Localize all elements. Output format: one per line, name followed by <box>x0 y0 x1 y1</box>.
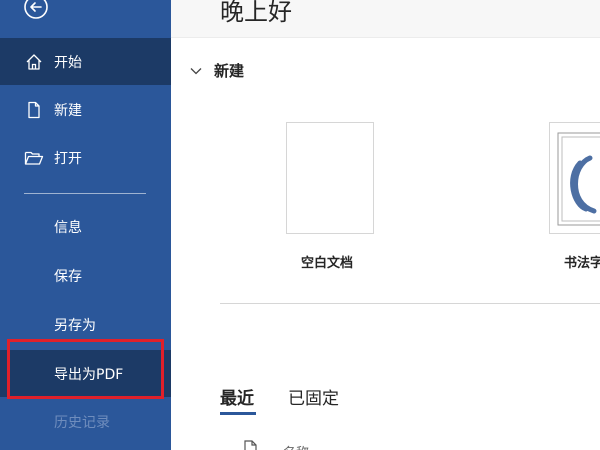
sidebar-item-label: 另存为 <box>54 317 96 334</box>
tab-pinned[interactable]: 已固定 <box>288 384 339 409</box>
greeting-title: 晚上好 <box>220 0 292 26</box>
sidebar-item-home[interactable]: 开始 <box>0 38 171 85</box>
new-document-icon <box>24 100 44 120</box>
template-label: 书法字 <box>564 256 600 271</box>
open-folder-icon <box>24 148 44 168</box>
sidebar-item-label: 保存 <box>54 268 82 285</box>
sidebar-item-history[interactable]: 历史记录 <box>0 398 171 445</box>
sidebar-item-label: 打开 <box>54 150 82 167</box>
section-divider <box>220 303 600 304</box>
back-button[interactable] <box>22 0 50 22</box>
new-section-title: 新建 <box>214 62 245 80</box>
sidebar-item-new[interactable]: 新建 <box>0 86 171 133</box>
sidebar-item-save[interactable]: 保存 <box>0 252 171 299</box>
column-header-name[interactable]: 名称 <box>283 442 309 450</box>
sidebar-item-label: 历史记录 <box>54 414 110 431</box>
tab-active-indicator <box>220 412 256 415</box>
sidebar-divider <box>24 193 146 194</box>
backstage-sidebar: 开始 新建 打开 信息 保存 另存为 导出为PDF 历史记录 <box>0 0 171 450</box>
annotation-highlight-box <box>7 339 164 399</box>
back-arrow-icon <box>24 0 48 19</box>
calligraphy-thumbnail-icon <box>557 132 600 226</box>
home-icon <box>24 52 44 72</box>
file-icon <box>243 440 259 450</box>
template-label: 空白文档 <box>301 256 354 271</box>
sidebar-item-label: 新建 <box>54 102 82 119</box>
template-blank-document[interactable] <box>286 122 374 234</box>
template-calligraphy[interactable] <box>549 122 600 234</box>
tab-recent[interactable]: 最近 <box>220 384 254 409</box>
sidebar-item-info[interactable]: 信息 <box>0 203 171 250</box>
sidebar-item-open[interactable]: 打开 <box>0 134 171 181</box>
new-section-header[interactable]: 新建 <box>190 60 244 81</box>
chevron-down-icon <box>190 67 202 75</box>
sidebar-item-label: 开始 <box>54 54 82 71</box>
sidebar-item-label: 信息 <box>54 219 82 236</box>
backstage-main: 晚上好 新建 空白文档 书法字 最近 已固定 名称 <box>171 0 600 450</box>
